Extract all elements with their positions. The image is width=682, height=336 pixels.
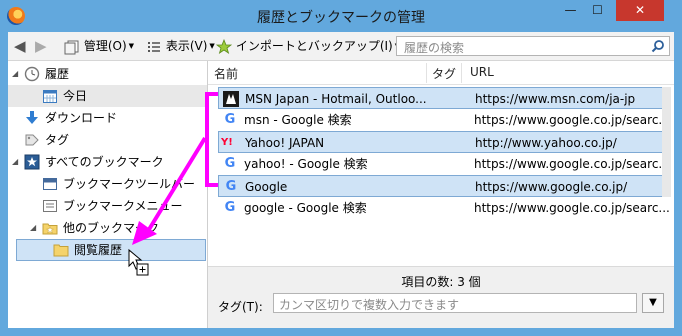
google-icon: G	[225, 179, 237, 194]
organize-label: 管理(O)	[83, 39, 127, 53]
toolbar: ◀ ▶ 管理(O) ▼ 表示(V) ▼ インポートとバックアップ(I) 履歴の検…	[8, 32, 674, 61]
column-header-url[interactable]: URL	[470, 65, 494, 79]
tag-dropdown-button[interactable]: ▼	[642, 293, 664, 313]
close-button[interactable]: ✕	[616, 0, 664, 21]
row-url: http://www.yahoo.co.jp/	[475, 136, 617, 150]
import-backup-label: インポートとバックアップ(I)	[235, 39, 393, 53]
table-row[interactable]: MSN Japan - Hotmail, Outloo... https://w…	[218, 87, 670, 109]
table-row[interactable]: G msn - Google 検索 https://www.google.co.…	[218, 109, 670, 131]
sidebar-item-history[interactable]: ◢ 履歴	[8, 63, 207, 85]
details-pane: 項目の数: 3 個 タグ(T): カンマ区切りで複数入力できます ▼	[208, 266, 674, 328]
toolbar-icon	[43, 178, 57, 190]
google-icon: G	[224, 112, 236, 127]
views-menu-button[interactable]: 表示(V) ▼	[146, 37, 215, 56]
row-name: msn - Google 検索	[244, 113, 352, 127]
library-window-content: ◀ ▶ 管理(O) ▼ 表示(V) ▼ インポートとバックアップ(I) 履歴の検…	[8, 32, 674, 328]
column-header-name[interactable]: 名前	[214, 65, 238, 82]
dropdown-arrow-icon: ▼	[209, 42, 215, 50]
column-header-tag[interactable]: タグ	[432, 65, 456, 82]
table-row[interactable]: G yahoo! - Google 検索 https://www.google.…	[218, 153, 670, 175]
row-name: google - Google 検索	[244, 201, 367, 215]
sidebar-item-label: ダウンロード	[45, 111, 118, 125]
column-divider[interactable]	[461, 63, 462, 83]
msn-icon	[223, 91, 239, 107]
tag-field-label: タグ(T):	[218, 300, 263, 314]
calendar-icon	[43, 90, 57, 103]
yahoo-icon: Y!	[221, 137, 233, 148]
sidebar-item-label: 今日	[63, 89, 88, 103]
menu-icon	[43, 200, 57, 212]
folder-icon	[53, 244, 69, 257]
sidebar-tree: ◢ 履歴 今日 ダウンロード タグ ◢ すべてのブックマーク ブックマークツール…	[8, 61, 208, 328]
sidebar-item-label: 他のブックマーク	[63, 221, 160, 235]
sidebar-item-label: すべてのブックマーク	[45, 155, 164, 169]
dropdown-arrow-icon: ▼	[128, 42, 135, 50]
minimize-button[interactable]: —	[557, 0, 584, 21]
row-url: https://www.msn.com/ja-jp	[475, 92, 636, 106]
row-name: yahoo! - Google 検索	[244, 157, 368, 171]
sidebar-item-bookmarks-menu[interactable]: ブックマークメニュー	[8, 195, 207, 217]
sidebar-item-tags[interactable]: タグ	[8, 129, 207, 151]
clock-icon	[24, 66, 40, 82]
maximize-button[interactable]: ☐	[584, 0, 611, 21]
tag-icon	[25, 134, 39, 146]
sidebar-item-bookmarks-toolbar[interactable]: ブックマークツールバー	[8, 173, 207, 195]
google-icon: G	[224, 200, 236, 215]
import-backup-menu-button[interactable]: インポートとバックアップ(I)▼	[216, 37, 400, 56]
column-header: 名前 タグ URL	[208, 61, 674, 85]
star-import-icon	[216, 38, 232, 54]
star-folder-icon	[24, 154, 40, 170]
row-url: https://www.google.co.jp/searc...	[474, 113, 670, 127]
back-button[interactable]: ◀	[14, 37, 26, 56]
search-icon[interactable]	[651, 39, 665, 53]
table-row[interactable]: G google - Google 検索 https://www.google.…	[218, 197, 670, 219]
sidebar-item-today[interactable]: 今日	[8, 85, 207, 107]
row-name: Google	[245, 180, 288, 194]
row-name: Yahoo! JAPAN	[245, 136, 325, 150]
item-count: 項目の数: 3 個	[401, 275, 481, 289]
forward-button[interactable]: ▶	[35, 37, 47, 56]
sidebar-item-label: タグ	[45, 133, 70, 147]
row-url: https://www.google.co.jp/searc...	[474, 157, 670, 171]
expand-arrow-icon[interactable]: ◢	[12, 63, 18, 85]
expand-arrow-icon[interactable]: ◢	[12, 151, 18, 173]
sidebar-item-label: ブックマークツールバー	[63, 177, 196, 191]
sidebar-item-other-bookmarks[interactable]: ◢ 他のブックマーク	[8, 217, 207, 239]
expand-arrow-icon[interactable]: ◢	[30, 217, 36, 239]
views-label: 表示(V)	[165, 39, 208, 53]
sidebar-item-label: ブックマークメニュー	[63, 199, 183, 213]
download-icon	[26, 111, 38, 124]
window: 履歴とブックマークの管理 — ☐ ✕ ◀ ▶ 管理(O) ▼ 表示(V) ▼ イ…	[0, 0, 682, 336]
sidebar-item-downloads[interactable]: ダウンロード	[8, 107, 207, 129]
search-input[interactable]: 履歴の検索	[396, 36, 670, 56]
organize-menu-button[interactable]: 管理(O) ▼	[64, 37, 134, 56]
bookmark-list-pane: 名前 タグ URL MSN Japan - Hotmail, Outloo...…	[208, 61, 674, 328]
search-placeholder: 履歴の検索	[404, 41, 465, 55]
vertical-scrollbar[interactable]	[662, 87, 671, 197]
row-url: https://www.google.co.jp/	[475, 180, 628, 194]
table-row[interactable]: Y! Yahoo! JAPAN http://www.yahoo.co.jp/	[218, 131, 670, 153]
tag-input-placeholder: カンマ区切りで複数入力できます	[279, 298, 460, 312]
row-name: MSN Japan - Hotmail, Outloo...	[245, 92, 427, 106]
organize-icon	[64, 40, 79, 54]
sidebar-item-all-bookmarks[interactable]: ◢ すべてのブックマーク	[8, 151, 207, 173]
folder-star-icon	[42, 223, 58, 235]
title-bar[interactable]: 履歴とブックマークの管理 — ☐ ✕	[0, 0, 682, 32]
table-row[interactable]: G Google https://www.google.co.jp/	[218, 175, 670, 197]
sidebar-item-browsing-history-folder[interactable]: 閲覧履歴	[16, 239, 206, 261]
list-view-icon	[148, 41, 160, 52]
google-icon: G	[224, 156, 236, 171]
sidebar-item-label: 閲覧履歴	[74, 243, 123, 257]
tag-input[interactable]: カンマ区切りで複数入力できます	[273, 293, 637, 313]
row-url: https://www.google.co.jp/searc...	[474, 201, 670, 215]
column-divider[interactable]	[426, 63, 427, 83]
sidebar-item-label: 履歴	[45, 67, 70, 81]
